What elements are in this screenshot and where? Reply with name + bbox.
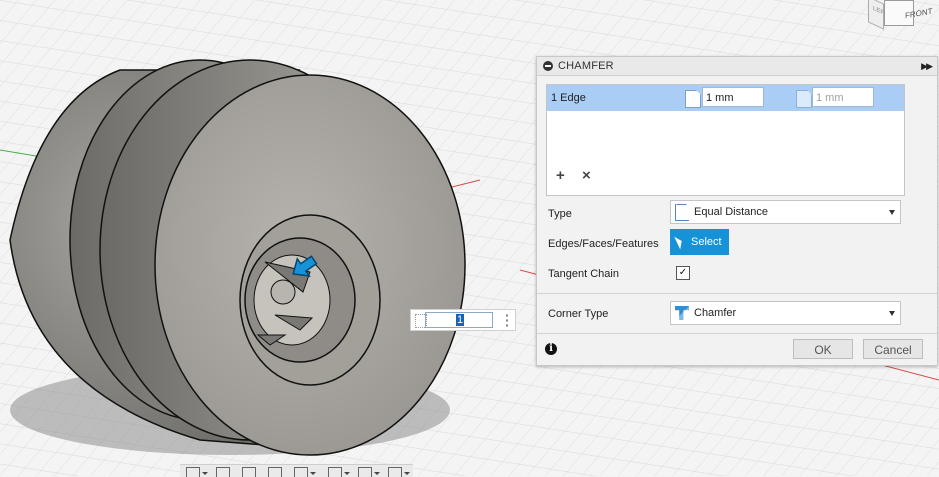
chamfer-dialog: CHAMFER ▶▶ 1 Edge 1 mm 1 mm + × Type Equ… — [536, 56, 938, 366]
select-button-label: Select — [691, 236, 722, 248]
distance-input-secondary: 1 mm — [812, 87, 874, 107]
corner-type-label: Corner Type — [548, 308, 609, 320]
divider — [537, 333, 937, 334]
heads-up-distance-input[interactable]: 1 — [425, 312, 493, 328]
selection-list: 1 Edge 1 mm 1 mm + × — [546, 84, 905, 196]
distance-input[interactable]: 1 mm — [702, 87, 764, 107]
chevron-down-icon[interactable] — [404, 472, 410, 475]
edges-faces-features-label: Edges/Faces/Features — [548, 238, 659, 250]
expand-arrows-icon[interactable]: ▶▶ — [921, 61, 933, 72]
view-cube[interactable]: LEFT FRONT — [866, 0, 933, 30]
select-button[interactable]: Select — [670, 229, 729, 255]
info-icon[interactable]: i — [545, 343, 557, 355]
dialog-title: CHAMFER — [558, 60, 614, 72]
divider — [537, 293, 937, 294]
chevron-down-icon[interactable] — [344, 472, 350, 475]
type-value: Equal Distance — [694, 206, 768, 218]
type-label: Type — [548, 208, 572, 220]
chevron-down-icon[interactable] — [374, 472, 380, 475]
navigation-toolbar — [180, 464, 413, 477]
view-cube-left-face[interactable]: LEFT — [868, 0, 888, 30]
remove-icon[interactable]: × — [582, 167, 591, 184]
chevron-down-icon[interactable] — [310, 472, 316, 475]
chevron-down-icon — [889, 210, 895, 215]
view-cube-front-face[interactable]: FRONT — [884, 0, 933, 26]
tangent-chain-checkbox[interactable]: ✓ — [676, 266, 690, 280]
add-icon[interactable]: + — [556, 167, 565, 184]
edge-count-label: 1 Edge — [551, 92, 586, 104]
collapse-icon[interactable] — [543, 61, 553, 71]
chevron-down-icon — [889, 311, 895, 316]
distance-icon-secondary — [796, 90, 812, 108]
corner-type-value: Chamfer — [694, 307, 737, 319]
tangent-chain-label: Tangent Chain — [548, 268, 619, 280]
cancel-button[interactable]: Cancel — [863, 339, 923, 359]
cursor-icon — [674, 234, 685, 250]
equal-distance-icon — [675, 204, 689, 221]
heads-up-distance-value: 1 — [456, 314, 465, 326]
chamfer-corner-icon — [675, 306, 689, 320]
type-dropdown[interactable]: Equal Distance — [670, 200, 901, 224]
grip-handle-icon[interactable] — [506, 313, 508, 327]
dialog-header: CHAMFER ▶▶ — [537, 57, 937, 76]
corner-type-dropdown[interactable]: Chamfer — [670, 301, 901, 325]
chevron-down-icon[interactable] — [202, 472, 208, 475]
selection-row[interactable]: 1 Edge 1 mm 1 mm — [547, 85, 904, 111]
ok-button[interactable]: OK — [793, 339, 853, 359]
heads-up-distance-box: 1 — [410, 309, 516, 331]
distance-icon — [685, 90, 701, 108]
